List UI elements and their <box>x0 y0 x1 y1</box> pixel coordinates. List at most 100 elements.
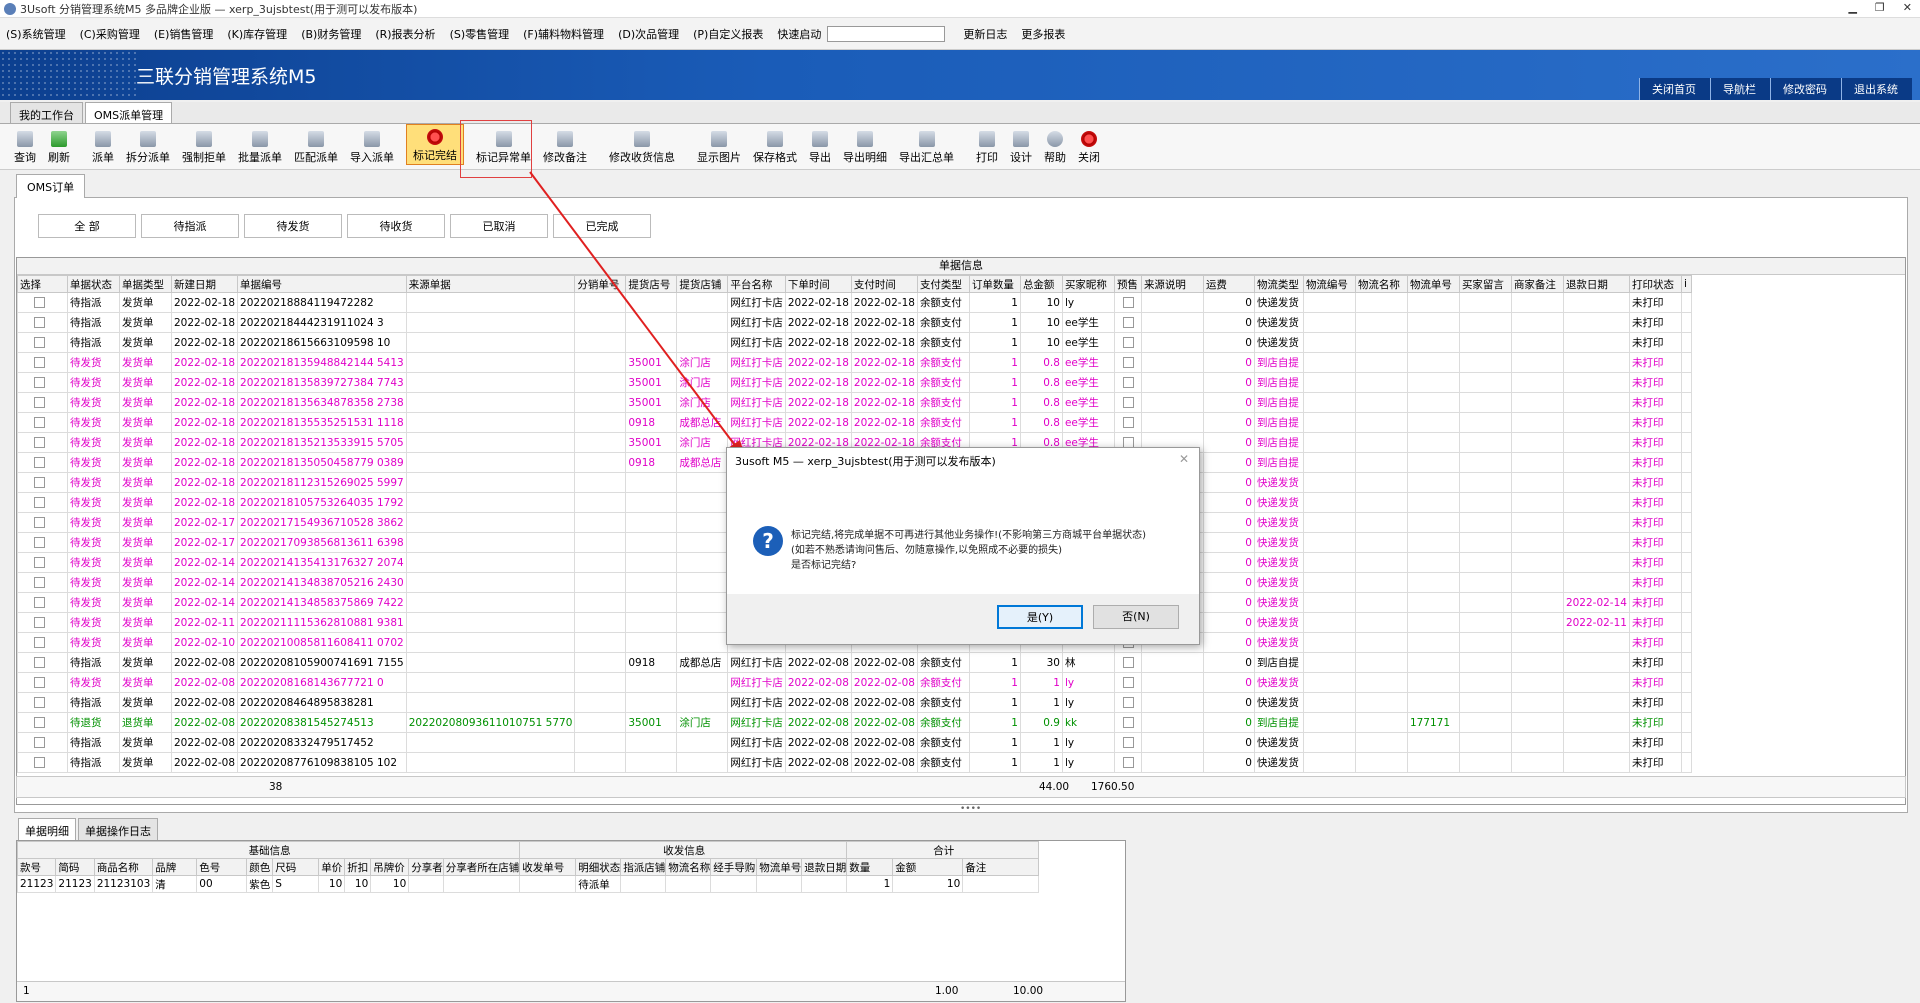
table-row[interactable]: 待发货 发货单 2022-02-08 20220208168143677721 0 网红… <box>17 672 1692 693</box>
row-checkbox-cell[interactable] <box>17 532 68 553</box>
row-checkbox[interactable] <box>34 377 45 388</box>
row-checkbox-cell[interactable] <box>17 492 68 513</box>
row-checkbox[interactable] <box>34 457 45 468</box>
table-row[interactable]: 待指派 发货单 2022-02-18 20220218444231911024 3 网红… <box>17 312 1692 333</box>
menu-materials[interactable]: (F)辅料物料管理 <box>523 26 604 42</box>
column-header[interactable]: 单据类型 <box>119 275 172 293</box>
column-header[interactable]: 单据编号 <box>237 275 407 293</box>
detail-column-header[interactable]: 分享者 <box>408 858 444 876</box>
detail-column-header[interactable]: 收发单号 <box>519 858 577 876</box>
row-checkbox[interactable] <box>34 517 45 528</box>
column-header[interactable]: 物流名称 <box>1354 275 1408 293</box>
filter-all[interactable]: 全 部 <box>38 214 136 238</box>
detail-column-header[interactable]: 物流单号 <box>756 858 803 876</box>
presale-checkbox[interactable] <box>1122 317 1134 328</box>
row-checkbox-cell[interactable] <box>17 692 68 713</box>
column-header[interactable]: 新建日期 <box>170 275 239 293</box>
column-header[interactable]: 支付类型 <box>916 275 970 293</box>
column-header[interactable]: 物流单号 <box>1406 275 1460 293</box>
edit-receive-button[interactable]: 修改收货信息 <box>609 131 675 165</box>
column-header[interactable]: 买家昵称 <box>1061 275 1115 293</box>
menu-purchase[interactable]: (C)采购管理 <box>80 26 140 42</box>
row-checkbox-cell[interactable] <box>17 372 68 393</box>
design-button[interactable]: 设计 <box>1010 131 1032 165</box>
detail-column-header[interactable]: 数量 <box>846 858 894 876</box>
menu-retail[interactable]: (S)零售管理 <box>450 26 510 42</box>
export-button[interactable]: 导出 <box>809 131 831 165</box>
row-checkbox[interactable] <box>34 397 45 408</box>
presale-checkbox[interactable] <box>1122 737 1134 748</box>
match-dispatch-button[interactable]: 匹配派单 <box>294 131 338 165</box>
row-checkbox[interactable] <box>34 357 45 368</box>
detail-column-header[interactable]: 款号 <box>16 858 57 876</box>
table-row[interactable]: 待指派 发货单 2022-02-08 20220208105900741691 715… <box>17 652 1692 673</box>
column-header[interactable]: i <box>1680 275 1692 293</box>
menu-system[interactable]: (S)系统管理 <box>6 26 66 42</box>
row-checkbox-cell[interactable] <box>17 392 68 413</box>
detail-column-header[interactable]: 颜色 <box>246 858 274 876</box>
filter-pending-ship[interactable]: 待发货 <box>244 214 342 238</box>
row-checkbox-cell[interactable] <box>17 452 68 473</box>
refresh-button[interactable]: 刷新 <box>48 131 70 165</box>
table-row[interactable]: 待指派 发货单 2022-02-08 20220208776109838105 102… <box>17 752 1692 773</box>
tab-order-detail[interactable]: 单据明细 <box>18 818 76 840</box>
column-header[interactable]: 来源说明 <box>1140 275 1204 293</box>
row-checkbox-cell[interactable] <box>17 712 68 733</box>
table-row[interactable]: 待发货 发货单 2022-02-18 20220218135839727384 774… <box>17 372 1692 393</box>
row-checkbox[interactable] <box>34 557 45 568</box>
row-checkbox-cell[interactable] <box>17 652 68 673</box>
row-checkbox-cell[interactable] <box>17 292 68 313</box>
tab-order-log[interactable]: 单据操作日志 <box>78 818 158 840</box>
row-checkbox[interactable] <box>34 337 45 348</box>
row-checkbox[interactable] <box>34 477 45 488</box>
column-header[interactable]: 预售 <box>1113 275 1142 293</box>
dialog-yes-button[interactable]: 是(Y) <box>997 605 1083 629</box>
column-header[interactable]: 买家留言 <box>1458 275 1512 293</box>
quick-start-input[interactable] <box>827 25 946 42</box>
column-header[interactable]: 订单数量 <box>968 275 1021 293</box>
column-header[interactable]: 物流编号 <box>1302 275 1356 293</box>
import-dispatch-button[interactable]: 导入派单 <box>350 131 394 165</box>
column-header[interactable]: 运费 <box>1202 275 1255 293</box>
detail-column-header[interactable]: 尺码 <box>272 858 320 876</box>
row-checkbox[interactable] <box>34 637 45 648</box>
menu-defective[interactable]: (D)次品管理 <box>618 26 679 42</box>
row-checkbox[interactable] <box>34 737 45 748</box>
row-checkbox[interactable] <box>34 297 45 308</box>
column-header[interactable]: 商家备注 <box>1510 275 1564 293</box>
detail-column-header[interactable]: 折扣 <box>344 858 372 876</box>
filter-completed[interactable]: 已完成 <box>553 214 651 238</box>
detail-column-header[interactable]: 备注 <box>962 858 1040 876</box>
change-password-link[interactable]: 修改密码 <box>1770 78 1841 100</box>
row-checkbox-cell[interactable] <box>17 732 68 753</box>
detail-column-header[interactable]: 明细状态 <box>575 858 622 876</box>
presale-checkbox[interactable] <box>1122 697 1134 708</box>
row-checkbox-cell[interactable] <box>17 632 68 653</box>
row-checkbox-cell[interactable] <box>17 472 68 493</box>
exit-system-link[interactable]: 退出系统 <box>1841 78 1912 100</box>
row-checkbox[interactable] <box>34 577 45 588</box>
row-checkbox[interactable] <box>34 497 45 508</box>
row-checkbox[interactable] <box>34 757 45 768</box>
column-header[interactable]: 提货店号 <box>625 275 678 293</box>
detail-column-header[interactable]: 简码 <box>55 858 95 876</box>
detail-column-header[interactable]: 分享者所在店铺 <box>442 858 521 876</box>
menu-more-reports[interactable]: 更多报表 <box>1021 26 1065 42</box>
row-checkbox[interactable] <box>34 417 45 428</box>
detail-column-header[interactable]: 金额 <box>892 858 964 876</box>
restore-icon[interactable]: ❐ <box>1875 1 1885 14</box>
detail-column-header[interactable]: 经手导购 <box>710 858 758 876</box>
splitter-handle[interactable]: •••• <box>960 804 981 814</box>
detail-column-header[interactable]: 物流名称 <box>665 858 712 876</box>
presale-checkbox[interactable] <box>1122 397 1134 408</box>
query-button[interactable]: 查询 <box>14 131 36 165</box>
column-header[interactable]: 平台名称 <box>727 275 786 293</box>
menu-changelog[interactable]: 更新日志 <box>963 26 1007 42</box>
presale-checkbox[interactable] <box>1122 377 1134 388</box>
menu-finance[interactable]: (B)财务管理 <box>301 26 361 42</box>
row-checkbox-cell[interactable] <box>17 552 68 573</box>
column-header[interactable]: 提货店铺 <box>676 275 729 293</box>
table-row[interactable]: 待指派 发货单 2022-02-18 20220218615663109598 10 网… <box>17 332 1692 353</box>
row-checkbox[interactable] <box>34 657 45 668</box>
column-header[interactable]: 总金额 <box>1019 275 1063 293</box>
